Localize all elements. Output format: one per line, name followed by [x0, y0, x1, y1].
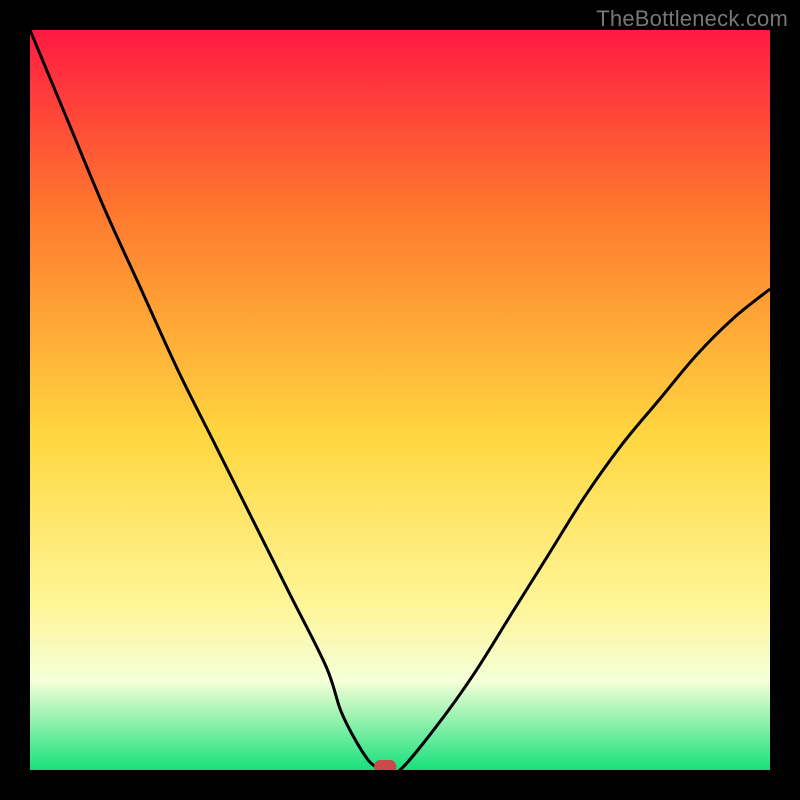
chart-frame: TheBottleneck.com	[0, 0, 800, 800]
chart-svg	[30, 30, 770, 770]
optimum-marker	[374, 760, 396, 770]
watermark-text: TheBottleneck.com	[596, 6, 788, 32]
plot-area	[30, 30, 770, 770]
